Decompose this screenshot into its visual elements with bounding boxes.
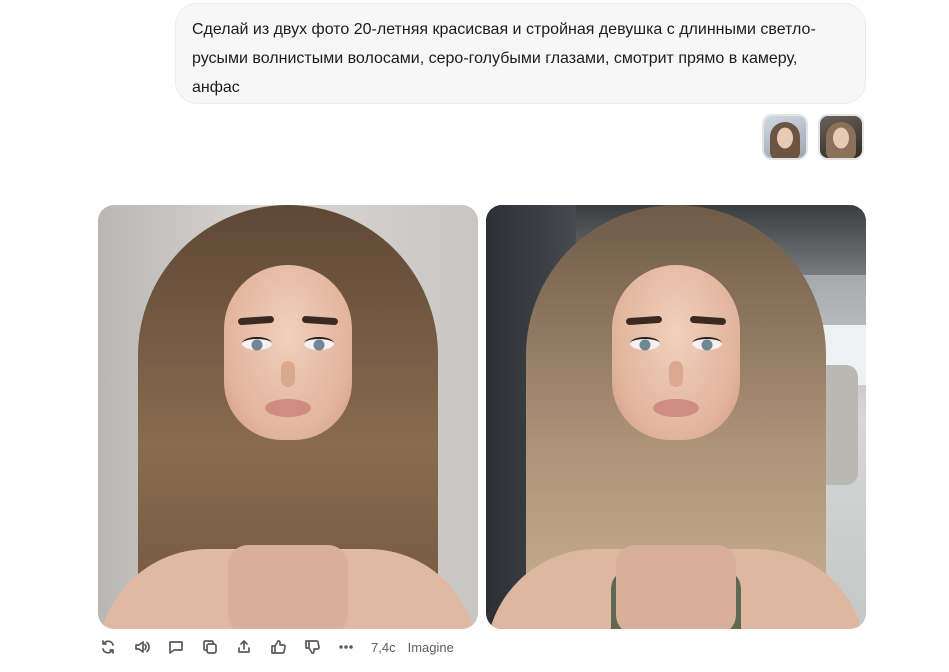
attachment-thumbnail-2[interactable] (818, 114, 864, 160)
eye (630, 337, 660, 350)
portrait-neck (228, 545, 348, 629)
copy-button[interactable] (199, 636, 221, 658)
thumbs-down-icon (305, 640, 320, 654)
lips (653, 399, 699, 417)
iris (639, 339, 651, 350)
portrait-face (612, 265, 740, 440)
portrait-neck (616, 545, 736, 629)
eye (304, 337, 334, 350)
nose (281, 361, 295, 387)
iris (701, 339, 713, 350)
thumb-face (777, 127, 793, 149)
response-duration: 7,4с (371, 639, 396, 655)
more-options-button[interactable] (335, 636, 357, 658)
iris (251, 339, 263, 350)
eye (242, 337, 272, 350)
thumbs-up-icon (271, 640, 286, 654)
portrait-face (224, 265, 352, 440)
comment-icon (169, 641, 183, 654)
share-button[interactable] (233, 636, 255, 658)
user-message-text: Сделай из двух фото 20-летняя красисвая … (192, 21, 816, 96)
brow (689, 315, 727, 326)
more-icon (339, 645, 353, 649)
eye (692, 337, 722, 350)
comment-button[interactable] (165, 636, 187, 658)
brow (237, 315, 275, 326)
regenerate-button[interactable] (97, 636, 119, 658)
model-name[interactable]: Imagine (408, 640, 454, 655)
generated-image-2[interactable] (486, 205, 866, 629)
brow (625, 315, 663, 326)
brow (301, 315, 339, 326)
nose (669, 361, 683, 387)
chat-page: Сделай из двух фото 20-летняя красисвая … (0, 0, 949, 672)
regenerate-icon (102, 640, 114, 654)
attachments-row (762, 114, 864, 160)
response-action-bar: 7,4с Imagine (97, 636, 454, 658)
read-aloud-button[interactable] (131, 636, 153, 658)
read-aloud-icon (135, 641, 150, 653)
lips (265, 399, 311, 417)
share-icon (238, 640, 250, 653)
thumb-face (833, 127, 849, 149)
thumbs-up-button[interactable] (267, 636, 289, 658)
generated-image-1[interactable] (98, 205, 478, 629)
thumbs-down-button[interactable] (301, 636, 323, 658)
copy-icon (203, 640, 217, 654)
iris (313, 339, 325, 350)
attachment-thumbnail-1[interactable] (762, 114, 808, 160)
user-message-bubble: Сделай из двух фото 20-летняя красисвая … (175, 3, 866, 104)
